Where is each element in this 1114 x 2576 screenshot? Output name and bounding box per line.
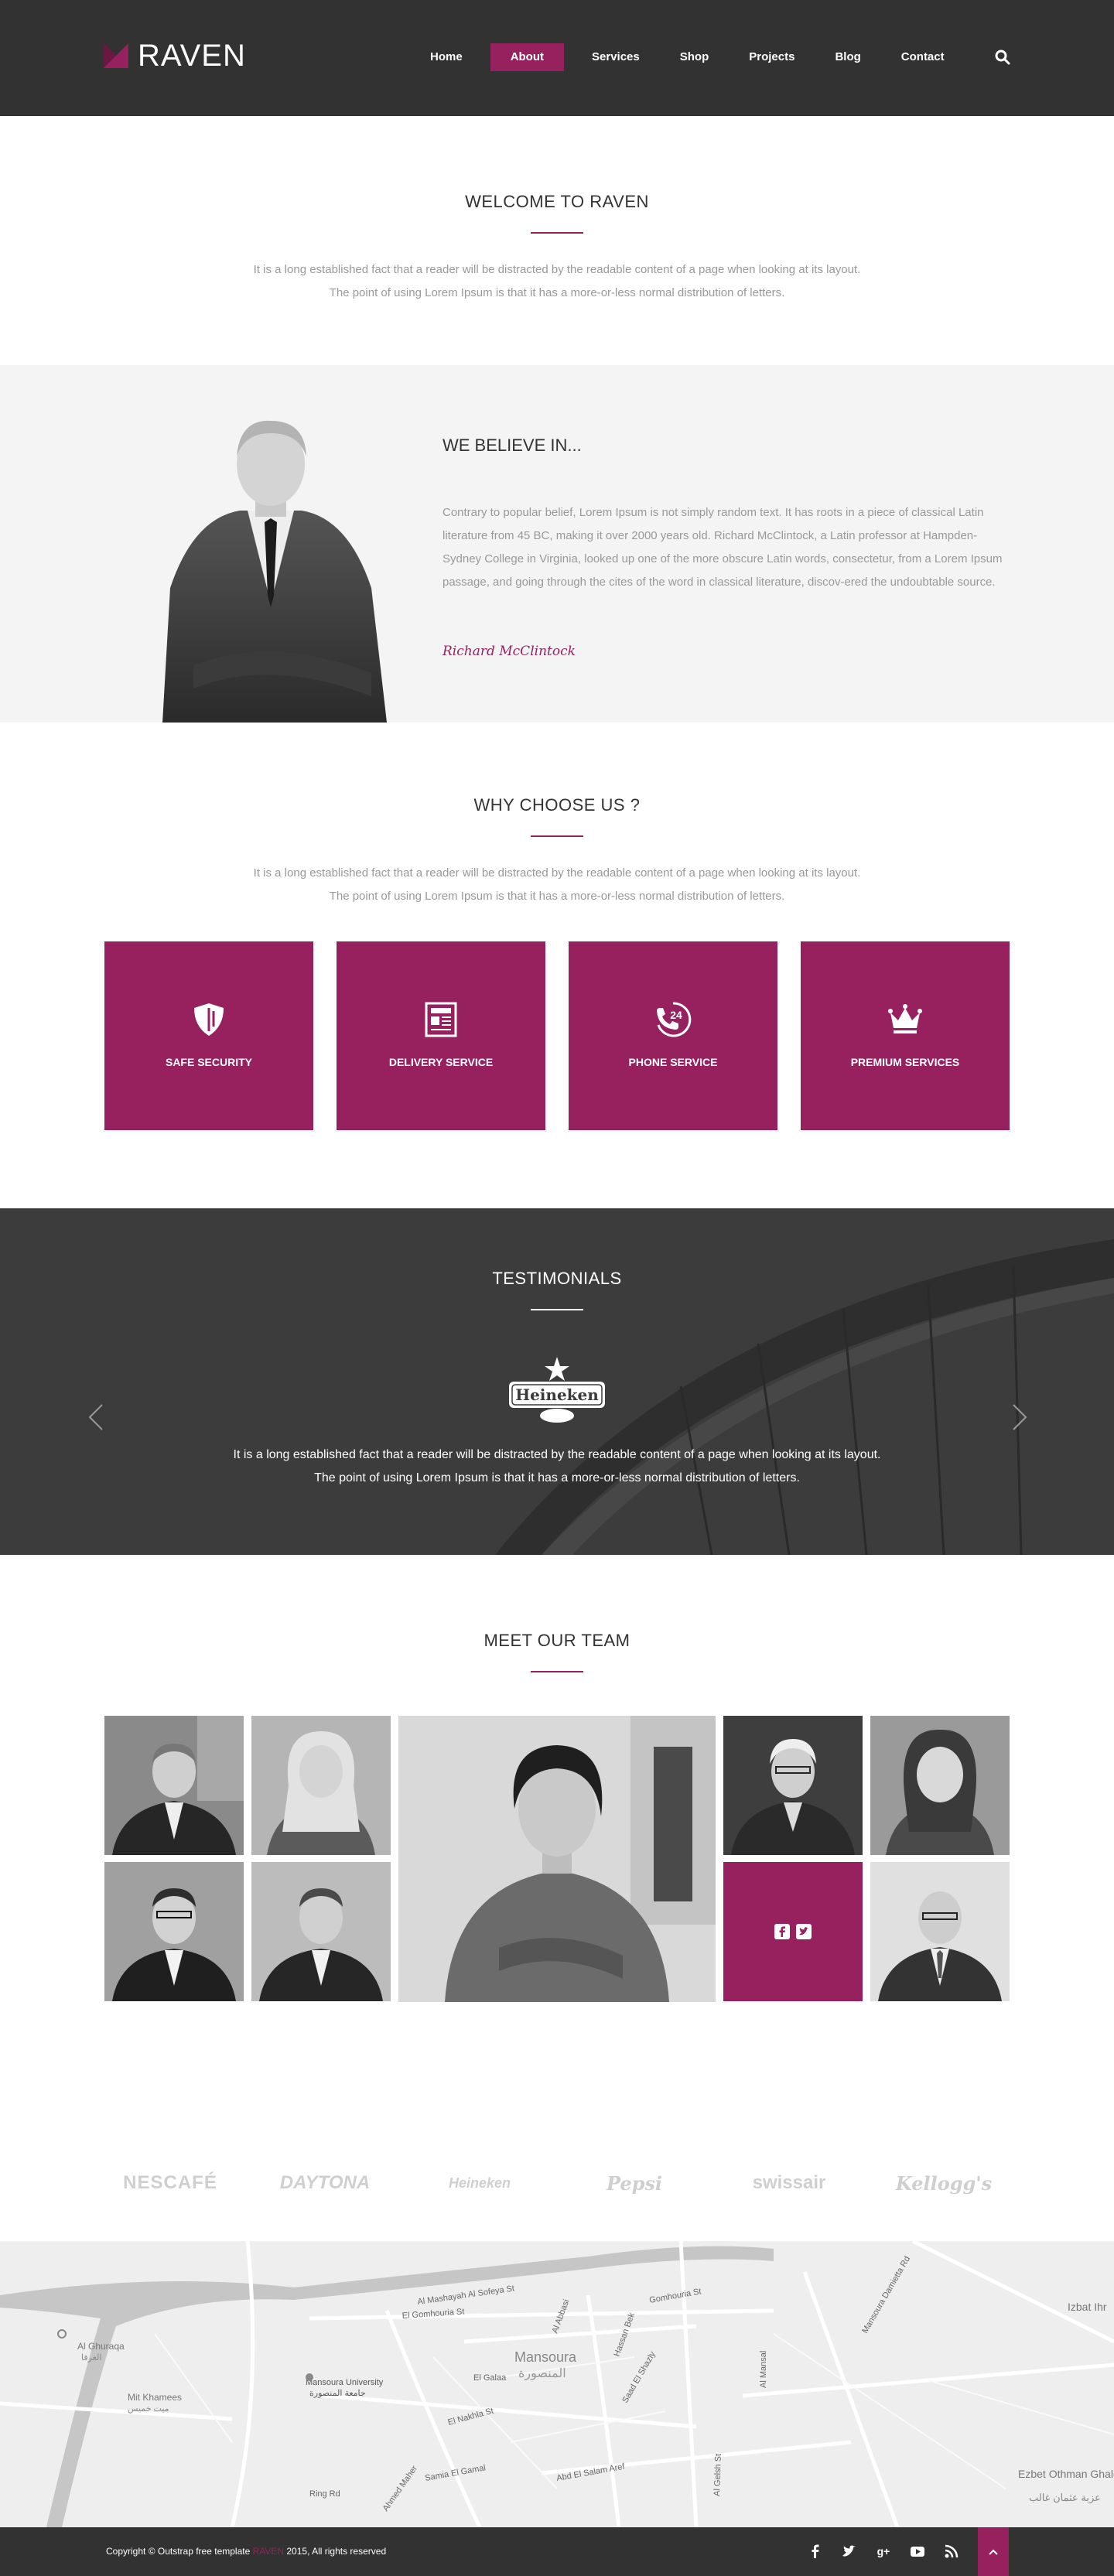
welcome-line-2: The point of using Lorem Ipsum is that i… [329,286,785,299]
feature-card-premium[interactable]: PREMIUM SERVICES [801,941,1010,1130]
testimonials-title: TESTIMONIALS [492,1269,622,1288]
svg-text:Heineken: Heineken [515,1385,599,1404]
feature-card-phone[interactable]: 24 PHONE SERVICE [569,941,777,1130]
nav-projects[interactable]: Projects [729,43,815,71]
chevron-up-icon [989,2549,998,2555]
feature-label: PHONE SERVICE [628,1056,718,1068]
svg-text:Ezbet Othman Ghaleb: Ezbet Othman Ghaleb [1018,2468,1114,2480]
svg-text:Mansoura University: Mansoura University [306,2378,384,2387]
testimonial-line-1: It is a long established fact that a rea… [233,1448,881,1461]
phone-24-icon: 24 [657,1002,692,1037]
facebook-icon[interactable] [774,1924,790,1939]
svg-text:g+: g+ [877,2545,890,2557]
main-nav: Home About Services Shop Projects Blog C… [410,43,965,71]
why-line-2: The point of using Lorem Ipsum is that i… [329,890,785,903]
svg-text:El Galaa: El Galaa [473,2373,507,2383]
facebook-icon[interactable] [807,2543,824,2560]
brand-logo-heineken: Heineken [448,2175,511,2191]
ceo-portrait-image [162,420,387,723]
brand-logo-nescafe: NESCAFÉ [123,2172,217,2193]
rss-icon[interactable] [943,2543,960,2560]
newspaper-icon [425,1002,457,1037]
chevron-left-icon[interactable] [87,1402,105,1433]
site-header: RAVEN Home About Services Shop Projects … [0,0,1114,116]
team-title: MEET OUR TEAM [484,1631,630,1650]
testimonial-line-2: The point of using Lorem Ipsum is that i… [314,1471,800,1484]
heineken-logo: Heineken [509,1357,605,1423]
welcome-title-underline [531,232,583,234]
brand-logo-daytona: DAYTONA [279,2172,371,2193]
raven-logo-icon [104,43,128,68]
nav-services[interactable]: Services [572,43,660,71]
why-title: WHY CHOOSE US ? [473,795,641,815]
nav-contact[interactable]: Contact [881,43,965,71]
team-member-hover-overlay[interactable] [723,1862,863,2001]
location-map[interactable]: Mansoura المنصورة Mansoura University جا… [0,2241,1114,2527]
search-icon[interactable] [993,48,1012,67]
team-member-photo-featured[interactable] [398,1716,716,2002]
svg-text:Ring Rd: Ring Rd [309,2489,340,2499]
nav-about[interactable]: About [490,43,565,71]
feature-card-delivery[interactable]: DELIVERY SERVICE [337,941,545,1130]
team-title-underline [531,1671,583,1672]
svg-text:24: 24 [670,1009,682,1021]
svg-text:Al Ghuraqa: Al Ghuraqa [77,2341,125,2352]
brand-logo-pepsi: Pepsi [606,2172,663,2195]
svg-text:عزبة عثمان غالب: عزبة عثمان غالب [1029,2492,1101,2504]
team-member-photo[interactable] [104,1862,244,2001]
welcome-title: WELCOME TO RAVEN [465,192,649,211]
team-member-photo[interactable] [104,1716,244,1855]
svg-text:Al Gelsh St: Al Gelsh St [712,2454,723,2496]
feature-label: PREMIUM SERVICES [850,1056,960,1068]
crown-icon [888,1004,922,1033]
brand-logo-swissair: swissair [752,2172,826,2193]
shield-icon [194,1003,224,1036]
team-member-photo[interactable] [870,1716,1010,1855]
svg-text:الغرقا: الغرقا [81,2353,101,2362]
logo[interactable]: RAVEN [104,40,246,71]
team-member-photo[interactable] [251,1716,391,1855]
svg-text:جامعة المنصورة: جامعة المنصورة [309,2389,366,2398]
svg-text:Al Mansal: Al Mansal [759,2351,768,2388]
copyright-brand-link[interactable]: RAVEN [253,2546,284,2557]
twitter-icon[interactable] [841,2543,858,2560]
team-member-photo[interactable] [870,1862,1010,2001]
brand-logo-kelloggs: Kellogg's [895,2172,993,2195]
nav-shop[interactable]: Shop [660,43,730,71]
believe-text: Contrary to popular belief, Lorem Ipsum … [443,506,1003,589]
team-member-photo[interactable] [251,1862,391,2001]
feature-card-security[interactable]: SAFE SECURITY [104,941,313,1130]
feature-label: SAFE SECURITY [165,1056,252,1068]
chevron-right-icon[interactable] [1010,1402,1029,1433]
map-label: Mansoura [514,2349,577,2365]
google-plus-icon[interactable]: g+ [875,2543,892,2560]
feature-label: DELIVERY SERVICE [388,1056,494,1068]
youtube-icon[interactable] [909,2543,926,2560]
svg-text:Izbat Ihr: Izbat Ihr [1068,2301,1107,2313]
site-footer: Copyright © Outstrap free template RAVEN… [0,2527,1114,2576]
svg-text:Mit Khamees: Mit Khamees [128,2392,182,2403]
twitter-icon[interactable] [796,1924,812,1939]
svg-text:ميت خميس: ميت خميس [128,2404,169,2414]
why-title-underline [531,835,583,837]
believe-title: WE BELIEVE IN... [443,436,582,455]
nav-home[interactable]: Home [410,43,483,71]
back-to-top-button[interactable] [978,2527,1009,2576]
signature: Richard McClintock [443,644,576,659]
logo-text: RAVEN [138,39,246,73]
welcome-line-1: It is a long established fact that a rea… [253,263,861,276]
copyright-text: Copyright © Outstrap free template RAVEN… [106,2546,387,2557]
team-member-photo[interactable] [723,1716,863,1855]
why-line-1: It is a long established fact that a rea… [253,866,861,880]
testimonials-title-underline [531,1309,583,1310]
svg-text:المنصورة: المنصورة [518,2367,566,2380]
nav-blog[interactable]: Blog [815,43,880,71]
